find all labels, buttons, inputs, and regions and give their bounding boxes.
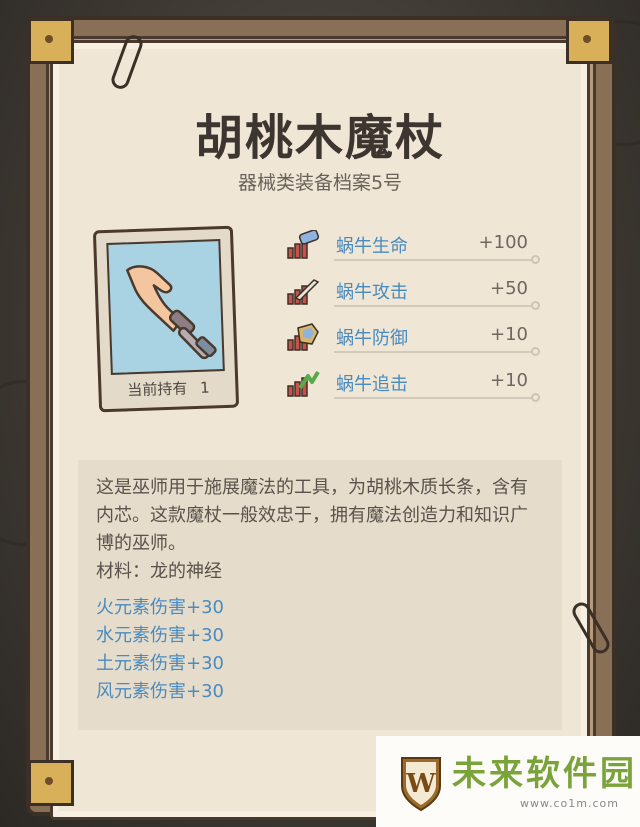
stat-value: +10	[490, 324, 528, 345]
item-card: 当前持有 1	[92, 225, 240, 413]
stat-name: 蜗牛生命	[336, 236, 408, 257]
element-bonus-list: 火元素伤害+30 水元素伤害+30 土元素伤害+30 风元素伤害+30	[96, 594, 544, 706]
stat-value: +100	[478, 232, 528, 253]
item-image	[106, 239, 225, 375]
wand-hand-icon	[126, 265, 217, 360]
material-text: 材料：龙的神经	[96, 561, 222, 582]
svg-text:W: W	[405, 769, 436, 799]
stat-value: +50	[490, 278, 528, 299]
corner-bracket-icon	[28, 760, 74, 806]
stat-name: 蜗牛追击	[336, 374, 408, 395]
element-bonus: 水元素伤害+30	[96, 625, 224, 646]
description-text: 这是巫师用于施展魔法的工具，为胡桃木质长条，含有内芯。这款魔杖一般效忠于，拥有魔…	[96, 477, 528, 554]
watermark-text: 未来软件园	[452, 754, 637, 794]
watermark-url: www.co1m.com	[520, 797, 619, 810]
defense-shield-icon	[287, 323, 319, 351]
corner-bracket-icon	[28, 18, 74, 64]
watermark-logo-icon: W	[401, 757, 441, 812]
stat-row-pursuit: 蜗牛追击 +10	[286, 364, 540, 404]
attack-sword-icon	[287, 279, 320, 305]
holding-count: 1	[199, 378, 210, 397]
stat-row-defense: 蜗牛防御 +10	[286, 318, 540, 358]
element-bonus: 火元素伤害+30	[96, 597, 224, 618]
stat-row-attack: 蜗牛攻击 +50	[286, 272, 540, 312]
stat-value: +10	[490, 370, 528, 391]
stat-row-life: 蜗牛生命 +100	[286, 226, 540, 266]
holding-count-label: 当前持有 1	[126, 378, 210, 400]
life-potion-icon	[287, 230, 320, 259]
item-title: 胡桃木魔杖	[194, 110, 445, 166]
element-bonus: 土元素伤害+30	[96, 653, 224, 674]
element-bonus: 风元素伤害+30	[96, 681, 224, 702]
corner-bracket-icon	[566, 18, 612, 64]
stat-name: 蜗牛攻击	[336, 282, 408, 303]
item-subtitle: 器械类装备档案5号	[237, 172, 403, 194]
description-box: 这是巫师用于施展魔法的工具，为胡桃木质长条，含有内芯。这款魔杖一般效忠于，拥有魔…	[78, 460, 562, 730]
pursuit-arrow-icon	[287, 370, 320, 397]
stat-name: 蜗牛防御	[336, 328, 408, 349]
